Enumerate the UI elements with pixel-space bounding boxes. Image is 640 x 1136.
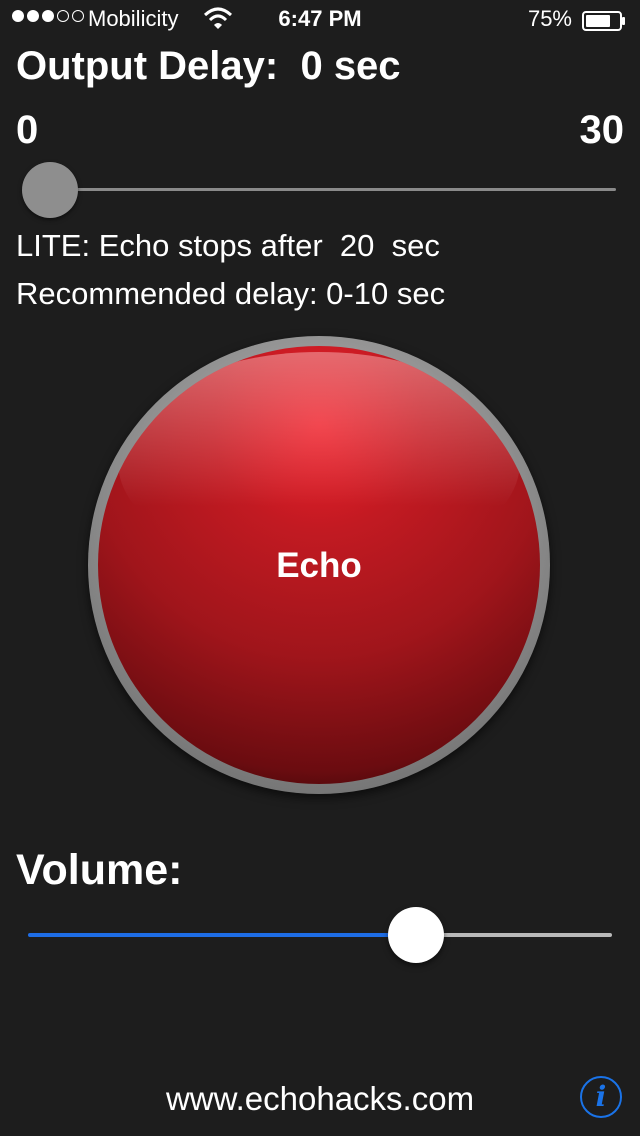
echo-button-shine xyxy=(118,352,520,572)
battery-percentage: 75% xyxy=(527,6,572,31)
recommended-delay-text: Recommended delay: 0-10 sec xyxy=(16,276,446,311)
echo-button-face[interactable]: Echo xyxy=(98,346,540,784)
echo-button-label: Echo xyxy=(276,546,362,585)
lite-notice: LITE: Echo stops after 20 sec xyxy=(16,228,440,263)
website-link[interactable]: www.echohacks.com xyxy=(0,1080,640,1118)
volume-slider-track[interactable] xyxy=(416,933,612,937)
delay-max-label: 30 xyxy=(579,108,625,152)
volume-title: Volume: xyxy=(16,846,183,894)
echo-button[interactable]: Echo xyxy=(88,336,550,794)
output-delay-title: Output Delay: 0 sec xyxy=(16,44,401,88)
delay-min-label: 0 xyxy=(16,108,39,152)
volume-slider-filled-track[interactable] xyxy=(28,933,416,937)
info-icon[interactable]: i xyxy=(580,1076,622,1118)
battery-icon xyxy=(582,11,625,31)
volume-slider-thumb[interactable] xyxy=(388,907,444,963)
delay-slider-thumb[interactable] xyxy=(22,162,78,218)
status-bar: Mobilicity 6:47 PM 75% xyxy=(0,0,640,40)
delay-slider-track[interactable] xyxy=(50,188,616,191)
